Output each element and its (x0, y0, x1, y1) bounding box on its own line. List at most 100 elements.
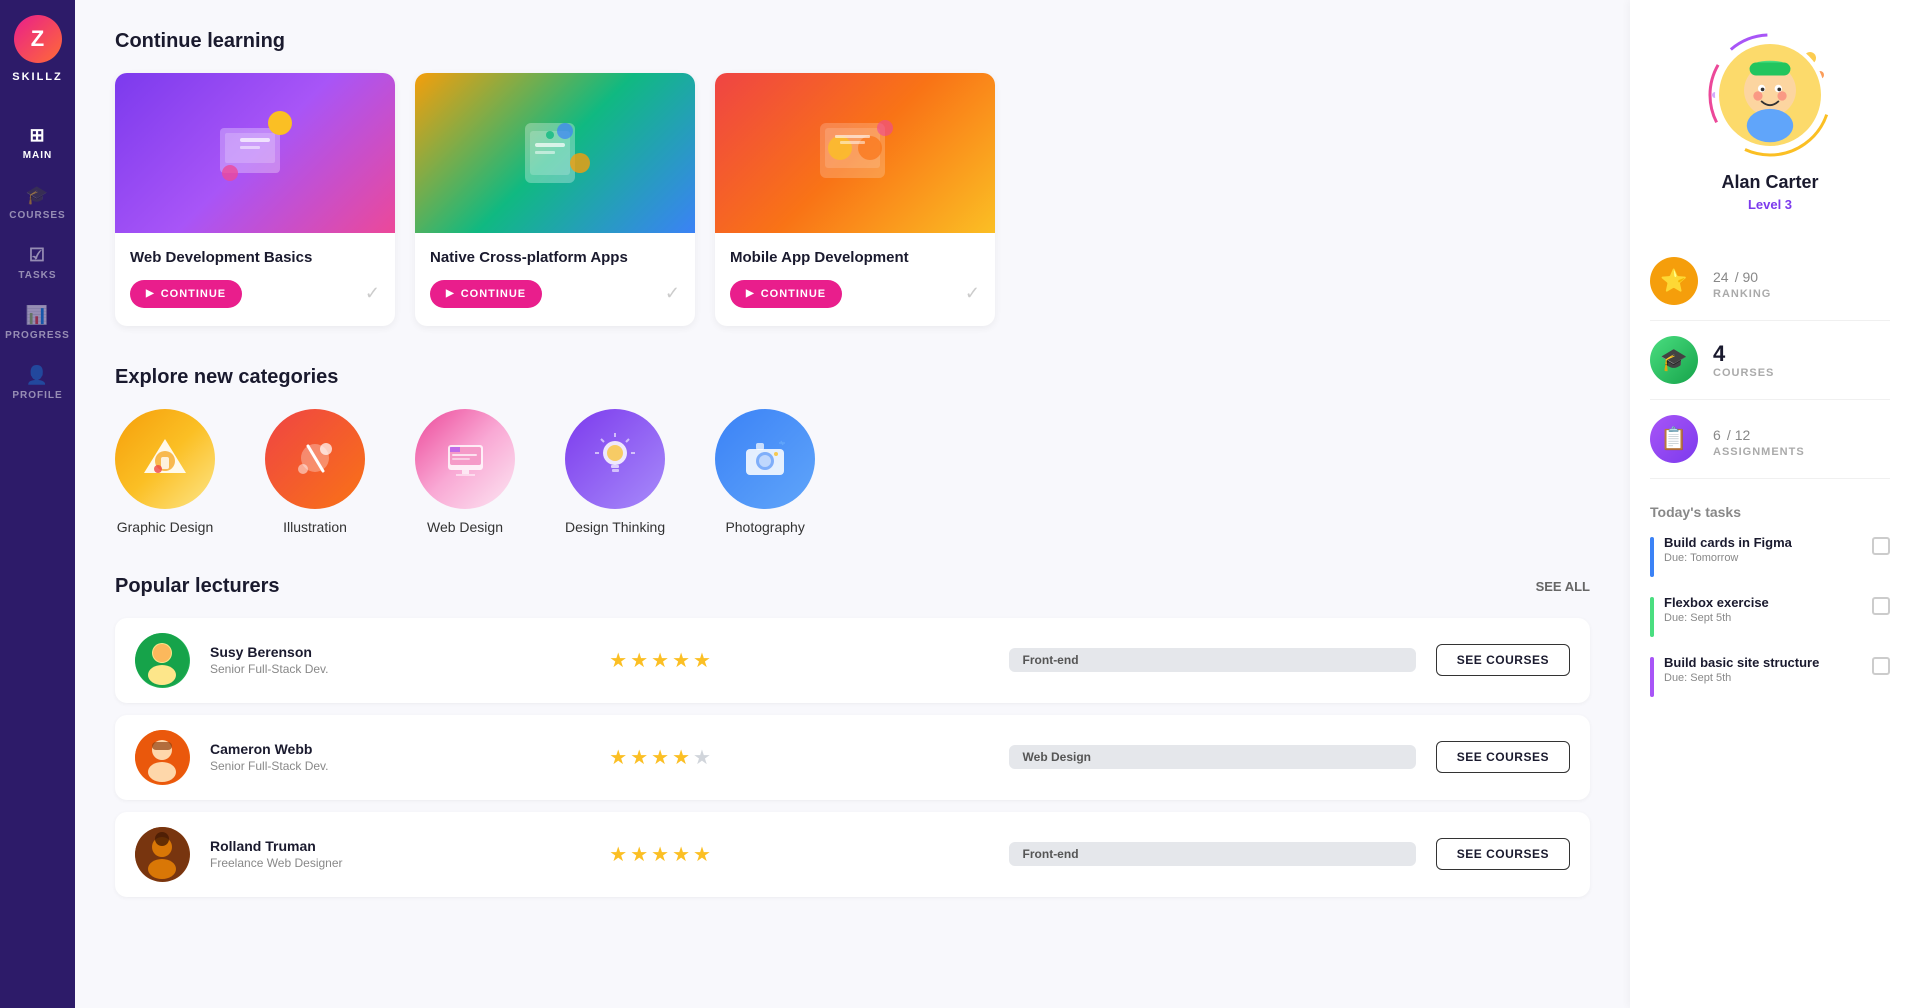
lecturer-name-rolland: Rolland Truman (210, 838, 589, 854)
profile-avatar-wrapper (1705, 30, 1835, 160)
star-1: ★ (609, 648, 627, 673)
avatar-rolland (135, 827, 190, 882)
category-label-design-thinking: Design Thinking (565, 519, 665, 535)
task-checkbox-3[interactable] (1872, 657, 1890, 675)
task-checkbox-2[interactable] (1872, 597, 1890, 615)
main-icon: ⊞ (29, 125, 45, 146)
star-5: ★ (693, 745, 711, 770)
avatar-susy (135, 633, 190, 688)
continue-btn-mobile-app[interactable]: ▶ CONTINUE (730, 280, 842, 308)
category-graphic-design[interactable]: Graphic Design (115, 409, 215, 535)
category-web-design[interactable]: Web Design (415, 409, 515, 535)
stat-row-ranking: ⭐ 24 / 90 RANKING (1650, 242, 1890, 321)
star-3: ★ (651, 842, 669, 867)
tasks-title: Today's tasks (1650, 504, 1890, 520)
sidebar-item-profile[interactable]: 👤 PROFILE (0, 353, 75, 413)
course-footer-1: ▶ CONTINUE ✓ (130, 280, 380, 308)
star-2: ★ (630, 745, 648, 770)
thumb-illustration-1 (205, 103, 305, 203)
course-card-mobile-app: Mobile App Development ▶ CONTINUE ✓ (715, 73, 995, 326)
task-row-3: Build basic site structure Due: Sept 5th (1650, 655, 1890, 697)
assignments-icon: 📋 (1650, 415, 1698, 463)
sidebar-item-courses[interactable]: 🎓 COURSES (0, 173, 75, 233)
task-due-2: Due: Sept 5th (1664, 612, 1862, 624)
course-card-body-1: Web Development Basics ▶ CONTINUE ✓ (115, 233, 395, 326)
task-name-1: Build cards in Figma (1664, 535, 1862, 550)
tag-susy: Front-end (1009, 648, 1416, 672)
play-icon-2: ▶ (446, 288, 455, 299)
sidebar-item-progress[interactable]: 📊 PROGRESS (0, 293, 75, 353)
task-checkbox-1[interactable] (1872, 537, 1890, 555)
task-due-3: Due: Sept 5th (1664, 672, 1862, 684)
star-2: ★ (630, 842, 648, 867)
profile-level: Level 3 (1748, 197, 1792, 212)
lecturer-role-rolland: Freelance Web Designer (210, 856, 589, 870)
courses-stat-icon: 🎓 (1650, 336, 1698, 384)
continue-btn-native-apps[interactable]: ▶ CONTINUE (430, 280, 542, 308)
course-card-web-dev: Web Development Basics ▶ CONTINUE ✓ (115, 73, 395, 326)
category-icon-illustration (265, 409, 365, 509)
category-label-photography: Photography (725, 519, 804, 535)
star-4: ★ (672, 842, 690, 867)
lecturer-role-susy: Senior Full-Stack Dev. (210, 662, 589, 676)
course-footer-3: ▶ CONTINUE ✓ (730, 280, 980, 308)
tag-rolland: Front-end (1009, 842, 1416, 866)
star-5: ★ (693, 842, 711, 867)
star-1: ★ (609, 842, 627, 867)
lecturer-row-rolland: Rolland Truman Freelance Web Designer ★ … (115, 812, 1590, 897)
tag-cameron: Web Design (1009, 745, 1416, 769)
brand-label: SKILLZ (12, 71, 63, 83)
category-label-graphic-design: Graphic Design (117, 519, 214, 535)
stars-susy: ★ ★ ★ ★ ★ (609, 648, 988, 673)
courses-stat: 4 COURSES (1713, 341, 1774, 379)
category-photography[interactable]: Photography (715, 409, 815, 535)
star-2: ★ (630, 648, 648, 673)
star-4: ★ (672, 648, 690, 673)
progress-icon: 📊 (26, 305, 49, 326)
see-all-link[interactable]: SEE ALL (1536, 579, 1590, 594)
category-icon-design-thinking (565, 409, 665, 509)
task-row-2: Flexbox exercise Due: Sept 5th (1650, 595, 1890, 637)
lecturers-header: Popular lecturers SEE ALL (115, 575, 1590, 598)
course-thumb-native-apps (415, 73, 695, 233)
ranking-stat: 24 / 90 RANKING (1713, 262, 1771, 300)
sidebar-item-tasks[interactable]: ☑ TASKS (0, 233, 75, 293)
check-icon-2: ✓ (665, 283, 680, 304)
course-title-native-apps: Native Cross-platform Apps (430, 248, 680, 268)
assignments-label: ASSIGNMENTS (1713, 446, 1805, 458)
play-icon-3: ▶ (746, 288, 755, 299)
course-title-web-dev: Web Development Basics (130, 248, 380, 268)
lecturer-info-susy: Susy Berenson Senior Full-Stack Dev. (210, 644, 589, 676)
lecturer-name-susy: Susy Berenson (210, 644, 589, 660)
stat-row-assignments: 📋 6 / 12 ASSIGNMENTS (1650, 400, 1890, 479)
category-illustration[interactable]: Illustration (265, 409, 365, 535)
courses-icon: 🎓 (26, 185, 49, 206)
lecturer-row-cameron: Cameron Webb Senior Full-Stack Dev. ★ ★ … (115, 715, 1590, 800)
task-info-3: Build basic site structure Due: Sept 5th (1664, 655, 1862, 684)
continue-learning-title: Continue learning (115, 30, 1590, 53)
see-courses-btn-cameron[interactable]: SEE COURSES (1436, 741, 1570, 773)
see-courses-btn-susy[interactable]: SEE COURSES (1436, 644, 1570, 676)
category-icon-web-design (415, 409, 515, 509)
category-design-thinking[interactable]: Design Thinking (565, 409, 665, 535)
lecturer-info-rolland: Rolland Truman Freelance Web Designer (210, 838, 589, 870)
see-courses-btn-rolland[interactable]: SEE COURSES (1436, 838, 1570, 870)
ranking-label: RANKING (1713, 288, 1771, 300)
assignments-stat: 6 / 12 ASSIGNMENTS (1713, 420, 1805, 458)
course-thumb-web-dev (115, 73, 395, 233)
course-card-body-2: Native Cross-platform Apps ▶ CONTINUE ✓ (415, 233, 695, 326)
profile-name: Alan Carter (1721, 172, 1818, 193)
sidebar-item-main[interactable]: ⊞ MAIN (0, 113, 75, 173)
avatar (1715, 40, 1825, 150)
lecturer-row-susy: Susy Berenson Senior Full-Stack Dev. ★ ★… (115, 618, 1590, 703)
continue-btn-web-dev[interactable]: ▶ CONTINUE (130, 280, 242, 308)
task-name-3: Build basic site structure (1664, 655, 1862, 670)
course-cards-container: Web Development Basics ▶ CONTINUE ✓ (115, 73, 1590, 326)
profile-icon: 👤 (26, 365, 49, 386)
stars-rolland: ★ ★ ★ ★ ★ (609, 842, 988, 867)
right-panel: Alan Carter Level 3 ⭐ 24 / 90 RANKING 🎓 … (1630, 0, 1910, 1008)
task-info-1: Build cards in Figma Due: Tomorrow (1664, 535, 1862, 564)
stars-cameron: ★ ★ ★ ★ ★ (609, 745, 988, 770)
category-label-web-design: Web Design (427, 519, 503, 535)
check-icon-1: ✓ (365, 283, 380, 304)
